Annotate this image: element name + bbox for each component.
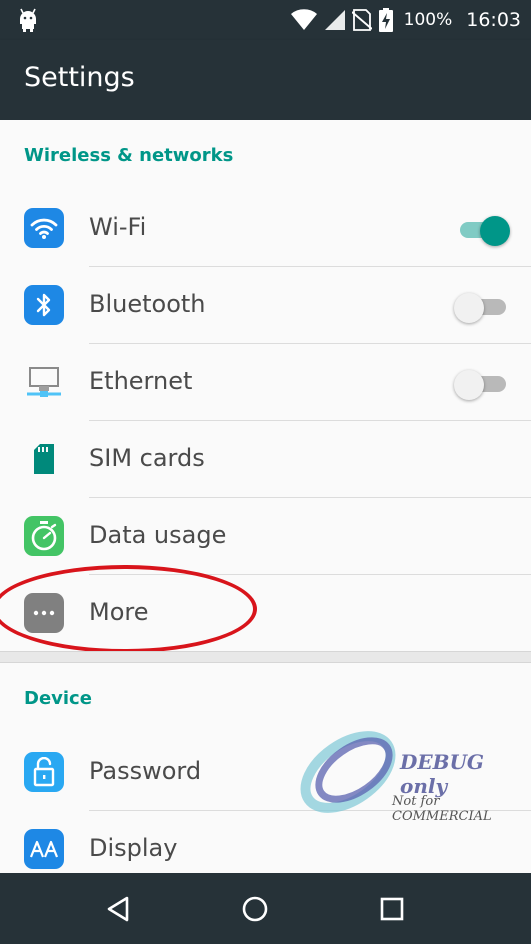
setting-label: Display xyxy=(89,834,178,862)
setting-label: SIM cards xyxy=(89,444,205,472)
page-title: Settings xyxy=(24,62,135,93)
bluetooth-icon xyxy=(24,285,64,325)
wifi-toggle[interactable] xyxy=(457,216,510,246)
cell-signal-icon xyxy=(324,10,345,30)
display-icon xyxy=(24,829,64,869)
android-debug-icon xyxy=(20,8,36,32)
setting-label: More xyxy=(89,598,149,626)
app-bar: Settings xyxy=(0,40,531,120)
setting-label: Bluetooth xyxy=(89,290,206,318)
status-bar: 100% 16:03 xyxy=(0,0,531,40)
wifi-signal-icon xyxy=(290,9,317,30)
data-usage-icon xyxy=(24,516,64,556)
back-button[interactable] xyxy=(104,895,132,923)
toggle-thumb xyxy=(454,293,484,323)
battery-percent: 100% xyxy=(403,10,453,30)
setting-item-bluetooth[interactable]: Bluetooth xyxy=(0,267,531,344)
setting-item-password[interactable]: Password xyxy=(0,734,531,811)
navigation-bar xyxy=(0,873,531,944)
toggle-thumb xyxy=(480,216,510,246)
home-button[interactable] xyxy=(241,895,269,923)
home-icon xyxy=(242,896,268,922)
section-header-wireless: Wireless & networks xyxy=(24,145,234,166)
setting-item-sim-cards[interactable]: SIM cards xyxy=(0,421,531,498)
setting-item-more[interactable]: More xyxy=(0,575,531,652)
battery-charging-icon xyxy=(378,8,393,32)
recents-button[interactable] xyxy=(378,895,406,923)
setting-item-wifi[interactable]: Wi-Fi xyxy=(0,190,531,267)
setting-label: Wi-Fi xyxy=(89,213,147,241)
clock: 16:03 xyxy=(466,9,521,31)
back-icon xyxy=(107,896,129,922)
sim-card-icon xyxy=(24,439,64,479)
more-icon xyxy=(24,593,64,633)
bluetooth-toggle[interactable] xyxy=(454,293,506,323)
section-divider xyxy=(0,651,531,663)
setting-item-display[interactable]: Display xyxy=(0,811,531,873)
no-sim-icon xyxy=(351,9,372,31)
wifi-icon xyxy=(24,208,64,248)
recents-icon xyxy=(380,897,404,921)
setting-label: Ethernet xyxy=(89,367,193,395)
setting-label: Password xyxy=(89,757,202,785)
setting-label: Data usage xyxy=(89,521,227,549)
settings-list[interactable]: Wireless & networks Wi-Fi Bluetooth Ethe… xyxy=(0,120,531,873)
setting-item-data-usage[interactable]: Data usage xyxy=(0,498,531,575)
setting-item-ethernet[interactable]: Ethernet xyxy=(0,344,531,421)
toggle-thumb xyxy=(454,370,484,400)
ethernet-toggle[interactable] xyxy=(454,370,506,400)
ethernet-icon xyxy=(24,362,64,402)
lock-icon xyxy=(24,752,64,792)
section-header-device: Device xyxy=(24,688,92,709)
